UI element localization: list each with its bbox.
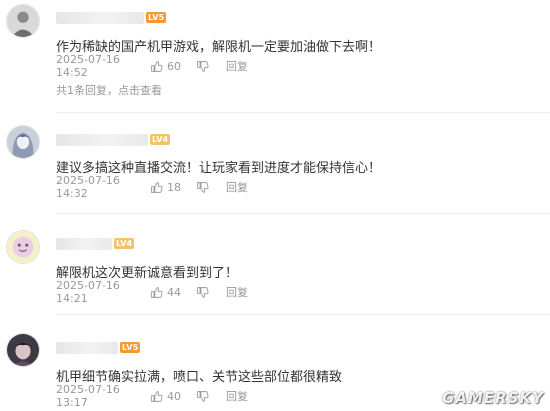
thumbs-down-icon	[197, 286, 209, 298]
like-button[interactable]: 60	[150, 60, 196, 73]
dislike-button[interactable]	[196, 60, 226, 73]
thumbs-down-icon	[197, 181, 209, 193]
avatar[interactable]	[6, 125, 40, 159]
level-badge: LV5	[146, 12, 167, 23]
dislike-button[interactable]	[196, 390, 226, 403]
thumbs-up-icon	[151, 286, 163, 298]
comment-time: 2025-07-16 14:21	[56, 279, 120, 305]
like-button[interactable]: 18	[150, 181, 196, 194]
avatar-image	[7, 231, 39, 263]
comment-time: 2025-07-16 14:52	[56, 53, 120, 79]
reply-button[interactable]: 回复	[226, 388, 248, 404]
thumbs-up-icon	[151, 60, 163, 72]
reply-button[interactable]: 回复	[226, 58, 248, 74]
thumbs-down-icon	[197, 390, 209, 402]
comment-item: LV4 解限机这次更新诚意看到到了！ 2025-07-16 14:21 44 回…	[0, 214, 550, 313]
avatar[interactable]	[6, 333, 40, 367]
thumbs-up-icon	[151, 390, 163, 402]
level-badge: LV4	[150, 134, 171, 145]
reply-button[interactable]: 回复	[226, 284, 248, 300]
thumbs-up-icon	[151, 181, 163, 193]
dislike-button[interactable]	[196, 286, 226, 299]
like-button[interactable]: 40	[150, 390, 196, 403]
thumbs-down-icon	[197, 60, 209, 72]
comment-item: LV5 作为稀缺的国产机甲游戏，解限机一定要加油做下去啊！ 2025-07-16…	[0, 0, 550, 112]
avatar[interactable]	[6, 230, 40, 264]
username-blurred[interactable]	[56, 12, 144, 24]
comment-item: LV4 建议多搞这种直播交流！让玩家看到进度才能保持信心！ 2025-07-16…	[0, 113, 550, 212]
comment-time: 2025-07-16 14:32	[56, 174, 120, 200]
reply-button[interactable]: 回复	[226, 179, 248, 195]
username-blurred[interactable]	[56, 342, 118, 354]
avatar-image	[7, 5, 39, 37]
like-count: 40	[167, 389, 181, 403]
username-blurred[interactable]	[56, 134, 148, 146]
dislike-button[interactable]	[196, 181, 226, 194]
comment-time: 2025-07-16 13:17	[56, 383, 120, 409]
like-button[interactable]: 44	[150, 286, 196, 299]
like-count: 60	[167, 59, 181, 73]
view-replies-link[interactable]: 共1条回复，点击查看	[56, 82, 162, 98]
avatar-image	[7, 334, 39, 366]
level-badge: LV4	[114, 238, 135, 249]
username-blurred[interactable]	[56, 238, 112, 250]
level-badge: LV5	[120, 342, 141, 353]
like-count: 44	[167, 285, 181, 299]
like-count: 18	[167, 180, 181, 194]
avatar-image	[7, 126, 39, 158]
watermark: GAMERSKY	[442, 389, 544, 407]
avatar[interactable]	[6, 4, 40, 38]
